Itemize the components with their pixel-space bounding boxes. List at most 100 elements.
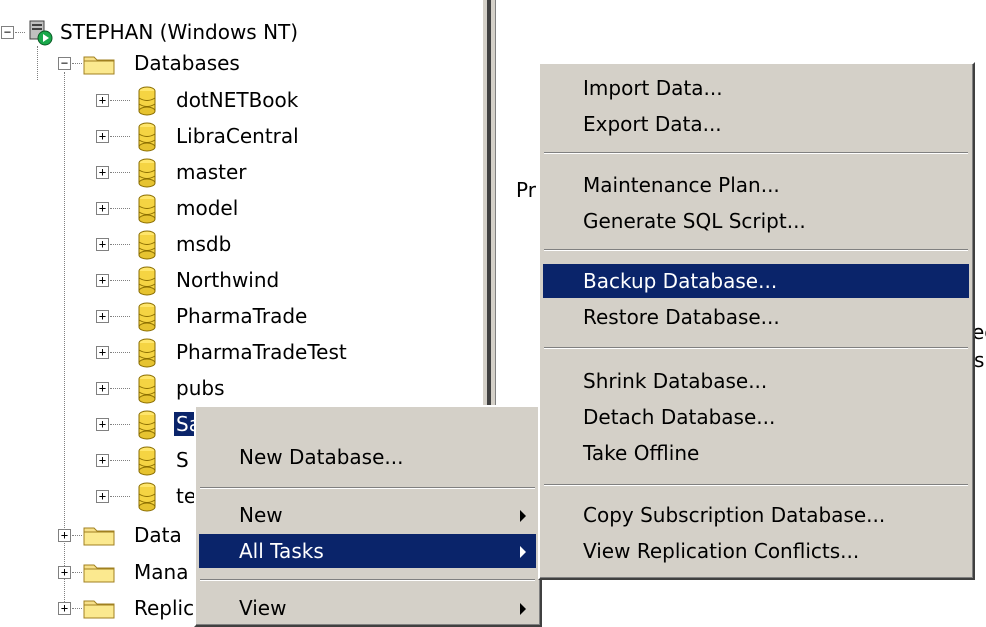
- tree-line: [110, 496, 130, 497]
- menu-separator: [544, 484, 968, 486]
- database-icon: [138, 446, 156, 476]
- expand-toggle[interactable]: +: [96, 382, 109, 395]
- tree-item-database[interactable]: PharmaTradeTest: [174, 340, 349, 364]
- menu-item-copy-subscription-database[interactable]: Copy Subscription Database...: [543, 498, 969, 532]
- tree-line: [110, 460, 130, 461]
- menu-item-view-replication-conflicts[interactable]: View Replication Conflicts...: [543, 534, 969, 568]
- folder-icon: [83, 56, 115, 75]
- menu-item-restore-database[interactable]: Restore Database...: [543, 300, 969, 334]
- folder-icon: [83, 600, 115, 619]
- menu-item-label: Detach Database...: [583, 405, 776, 429]
- collapse-toggle[interactable]: −: [58, 57, 71, 70]
- expand-toggle[interactable]: +: [96, 94, 109, 107]
- database-icon: [138, 86, 156, 116]
- tree-folder-label[interactable]: Data: [132, 523, 184, 547]
- tree-item-database[interactable]: dotNETBook: [174, 88, 300, 112]
- menu-item-label: Take Offline: [583, 441, 700, 465]
- menu-item-shrink-database[interactable]: Shrink Database...: [543, 364, 969, 398]
- expand-toggle[interactable]: +: [96, 202, 109, 215]
- expand-toggle[interactable]: +: [96, 130, 109, 143]
- tree-item-database[interactable]: LibraCentral: [174, 124, 301, 148]
- tree-item-database[interactable]: PharmaTrade: [174, 304, 309, 328]
- menu-item-label: Export Data...: [583, 112, 722, 136]
- tree-line: [110, 208, 130, 209]
- menu-item-take-offline[interactable]: Take Offline: [543, 436, 969, 470]
- expand-toggle[interactable]: +: [96, 166, 109, 179]
- menu-item-label: Copy Subscription Database...: [583, 503, 886, 527]
- tree-line: [15, 32, 25, 33]
- server-icon: [29, 20, 53, 46]
- menu-item-view[interactable]: View: [199, 591, 536, 625]
- tree-line: [110, 172, 130, 173]
- tree-item-database[interactable]: model: [174, 196, 240, 220]
- tree-item-database[interactable]: pubs: [174, 376, 227, 400]
- database-icon: [138, 266, 156, 296]
- right-pane-text: Pr: [516, 178, 536, 202]
- tree-line: [72, 608, 82, 609]
- submenu-arrow-icon: [520, 510, 526, 522]
- menu-item-label: New Database...: [239, 445, 404, 469]
- tree-line: [37, 46, 38, 80]
- menu-item-new-database[interactable]: New Database...: [199, 440, 536, 474]
- database-icon: [138, 122, 156, 152]
- tree-line: [110, 100, 130, 101]
- expand-toggle[interactable]: +: [96, 490, 109, 503]
- tree-item-database[interactable]: msdb: [174, 232, 233, 256]
- menu-item-label: New: [239, 503, 283, 527]
- menu-separator: [544, 249, 968, 251]
- databases-folder-label[interactable]: Databases: [132, 51, 242, 75]
- expand-toggle[interactable]: +: [96, 346, 109, 359]
- database-icon: [138, 230, 156, 260]
- menu-separator: [200, 579, 535, 581]
- tree-line: [110, 352, 130, 353]
- menu-item-label: All Tasks: [239, 539, 324, 563]
- menu-item-new[interactable]: New: [199, 498, 536, 532]
- menu-item-label: Shrink Database...: [583, 369, 768, 393]
- tree-item-database[interactable]: S: [174, 448, 191, 472]
- expand-toggle[interactable]: +: [96, 454, 109, 467]
- context-menu: New Database... New All Tasks View: [194, 405, 542, 627]
- menu-item-detach-database[interactable]: Detach Database...: [543, 400, 969, 434]
- menu-item-import-data[interactable]: Import Data...: [543, 71, 969, 105]
- database-icon: [138, 158, 156, 188]
- database-icon: [138, 194, 156, 224]
- menu-item-all-tasks[interactable]: All Tasks: [199, 534, 536, 568]
- menu-item-label: Generate SQL Script...: [583, 209, 806, 233]
- expand-toggle[interactable]: +: [58, 566, 71, 579]
- collapse-toggle[interactable]: −: [1, 26, 14, 39]
- tree-line: [72, 572, 82, 573]
- expand-toggle[interactable]: +: [96, 418, 109, 431]
- database-icon: [138, 338, 156, 368]
- tree-line: [110, 244, 130, 245]
- menu-separator: [544, 347, 968, 349]
- tree-line: [110, 316, 130, 317]
- expand-toggle[interactable]: +: [96, 274, 109, 287]
- all-tasks-submenu: Import Data... Export Data... Maintenanc…: [538, 62, 975, 580]
- submenu-arrow-icon: [520, 546, 526, 558]
- menu-item-export-data[interactable]: Export Data...: [543, 107, 969, 141]
- expand-toggle[interactable]: +: [96, 310, 109, 323]
- menu-separator: [544, 152, 968, 154]
- tree-folder-label[interactable]: Mana: [132, 560, 190, 584]
- menu-item-generate-sql-script[interactable]: Generate SQL Script...: [543, 204, 969, 238]
- server-label[interactable]: STEPHAN (Windows NT): [58, 20, 300, 44]
- tree-line: [110, 280, 130, 281]
- expand-toggle[interactable]: +: [58, 602, 71, 615]
- menu-item-label: Restore Database...: [583, 305, 780, 329]
- database-icon: [138, 374, 156, 404]
- folder-icon: [83, 527, 115, 546]
- tree-line: [72, 535, 82, 536]
- tree-item-database[interactable]: Northwind: [174, 268, 281, 292]
- menu-item-backup-database[interactable]: Backup Database...: [543, 264, 969, 298]
- database-icon: [138, 482, 156, 512]
- menu-item-label: Maintenance Plan...: [583, 173, 780, 197]
- expand-toggle[interactable]: +: [58, 529, 71, 542]
- menu-item-label: Import Data...: [583, 76, 723, 100]
- database-icon: [138, 410, 156, 440]
- menu-item-maintenance-plan[interactable]: Maintenance Plan...: [543, 168, 969, 202]
- tree-folder-label[interactable]: Replic: [132, 596, 196, 620]
- tree-item-database[interactable]: master: [174, 160, 249, 184]
- menu-separator: [200, 487, 535, 489]
- menu-item-label: View: [239, 596, 287, 620]
- expand-toggle[interactable]: +: [96, 238, 109, 251]
